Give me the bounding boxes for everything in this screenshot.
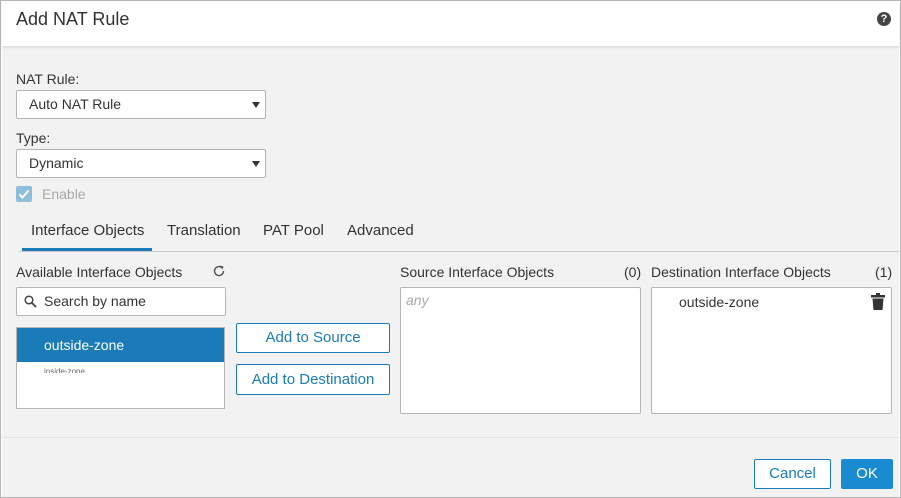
source-empty-placeholder: any: [406, 292, 429, 308]
chevron-down-icon: [252, 161, 260, 167]
tab-pat-pool[interactable]: PAT Pool: [263, 222, 324, 239]
dialog-header: Add NAT Rule ?: [2, 2, 899, 46]
destination-objects-title: Destination Interface Objects: [651, 264, 831, 280]
add-to-source-button[interactable]: Add to Source: [236, 323, 390, 353]
trash-icon[interactable]: [871, 293, 885, 310]
available-objects-list: outside-zone inside-zone: [16, 327, 225, 409]
dialog-title: Add NAT Rule: [16, 9, 130, 29]
tab-interface-objects[interactable]: Interface Objects: [31, 222, 144, 239]
refresh-icon[interactable]: [212, 264, 226, 278]
enable-checkbox[interactable]: [16, 186, 32, 202]
destination-objects-list: outside-zone: [651, 287, 892, 414]
source-objects-title: Source Interface Objects: [400, 264, 555, 280]
list-item[interactable]: inside-zone: [44, 367, 85, 373]
check-icon: [18, 189, 30, 199]
search-placeholder: Search by name: [44, 293, 146, 309]
destination-objects-count: (1): [875, 264, 893, 280]
nat-rule-value: Auto NAT Rule: [29, 96, 122, 112]
tab-advanced[interactable]: Advanced: [347, 222, 414, 239]
source-objects-count: (0): [624, 264, 642, 280]
nat-rule-select[interactable]: Auto NAT Rule: [16, 90, 266, 119]
list-item[interactable]: outside-zone: [17, 328, 224, 362]
add-to-destination-button[interactable]: Add to Destination: [236, 364, 390, 395]
cancel-button[interactable]: Cancel: [754, 459, 831, 489]
tabs-divider: [19, 251, 899, 252]
type-label: Type:: [16, 130, 51, 146]
type-value: Dynamic: [29, 155, 84, 171]
available-objects-title: Available Interface Objects: [16, 264, 183, 280]
add-nat-rule-dialog: Add NAT Rule ? NAT Rule: Auto NAT Rule T…: [0, 0, 901, 498]
ok-button[interactable]: OK: [841, 459, 893, 489]
help-icon[interactable]: ?: [877, 12, 891, 26]
list-item: outside-zone: [679, 294, 760, 310]
chevron-down-icon: [252, 102, 260, 108]
type-select[interactable]: Dynamic: [16, 149, 266, 178]
search-icon: [24, 295, 37, 308]
nat-rule-label: NAT Rule:: [16, 71, 80, 87]
tab-translation[interactable]: Translation: [167, 222, 241, 239]
search-input[interactable]: Search by name: [16, 287, 226, 316]
source-objects-list[interactable]: any: [400, 287, 641, 414]
enable-label: Enable: [42, 186, 86, 202]
